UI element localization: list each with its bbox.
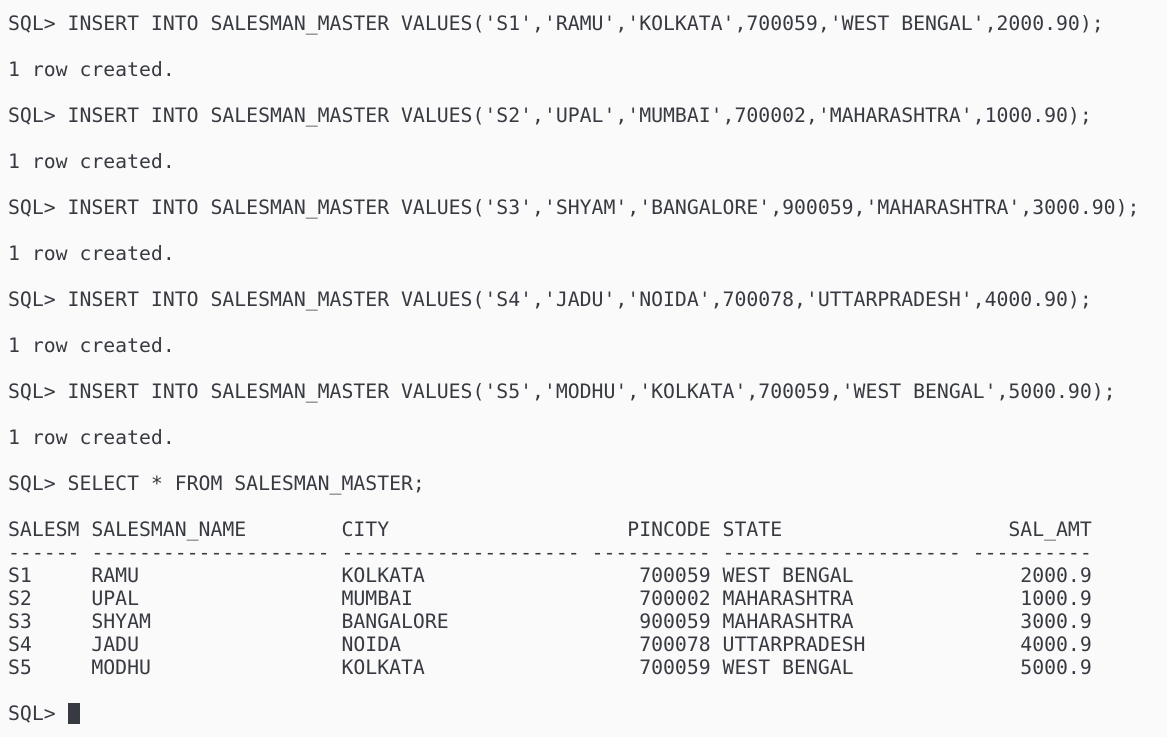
sql-prompt: SQL> [8, 196, 68, 219]
sql-prompt: SQL> [8, 288, 68, 311]
command-text: INSERT INTO SALESMAN_MASTER VALUES('S2',… [67, 104, 1092, 127]
active-prompt-line[interactable]: SQL> [8, 702, 1167, 725]
output-line: 1 row created. [8, 426, 175, 449]
result-row: S3 SHYAM BANGALORE 900059 MAHARASHTRA 30… [8, 610, 1092, 633]
output-line: 1 row created. [8, 242, 175, 265]
command-text: INSERT INTO SALESMAN_MASTER VALUES('S4',… [67, 288, 1092, 311]
command-text: INSERT INTO SALESMAN_MASTER VALUES('S5',… [67, 380, 1116, 403]
result-row: S4 JADU NOIDA 700078 UTTARPRADESH 4000.9 [8, 633, 1092, 656]
command-line: SQL> INSERT INTO SALESMAN_MASTER VALUES(… [8, 104, 1167, 127]
command-text: INSERT INTO SALESMAN_MASTER VALUES('S1',… [67, 12, 1104, 35]
output-line: 1 row created. [8, 334, 175, 357]
command-line: SQL> INSERT INTO SALESMAN_MASTER VALUES(… [8, 288, 1167, 311]
output-line: 1 row created. [8, 58, 175, 81]
command-line: SQL> SELECT * FROM SALESMAN_MASTER; [8, 472, 1167, 495]
result-row: S1 RAMU KOLKATA 700059 WEST BENGAL 2000.… [8, 564, 1092, 587]
result-row: S5 MODHU KOLKATA 700059 WEST BENGAL 5000… [8, 656, 1092, 679]
sql-prompt: SQL> [8, 472, 68, 495]
sql-prompt: SQL> [8, 702, 68, 725]
sql-prompt: SQL> [8, 380, 68, 403]
sql-prompt: SQL> [8, 104, 68, 127]
result-row: S2 UPAL MUMBAI 700002 MAHARASHTRA 1000.9 [8, 587, 1092, 610]
result-header: SALESM SALESMAN_NAME CITY PINCODE STATE … [8, 518, 1092, 541]
command-text: SELECT * FROM SALESMAN_MASTER; [67, 472, 425, 495]
output-line: 1 row created. [8, 150, 175, 173]
command-line: SQL> INSERT INTO SALESMAN_MASTER VALUES(… [8, 380, 1167, 403]
terminal-window[interactable]: SQL> INSERT INTO SALESMAN_MASTER VALUES(… [0, 0, 1167, 737]
sql-prompt: SQL> [8, 12, 68, 35]
command-text: INSERT INTO SALESMAN_MASTER VALUES('S3',… [67, 196, 1140, 219]
command-line: SQL> INSERT INTO SALESMAN_MASTER VALUES(… [8, 12, 1167, 35]
command-line: SQL> INSERT INTO SALESMAN_MASTER VALUES(… [8, 196, 1167, 219]
result-separator: ------ -------------------- ------------… [8, 541, 1092, 564]
text-cursor[interactable] [67, 703, 80, 724]
